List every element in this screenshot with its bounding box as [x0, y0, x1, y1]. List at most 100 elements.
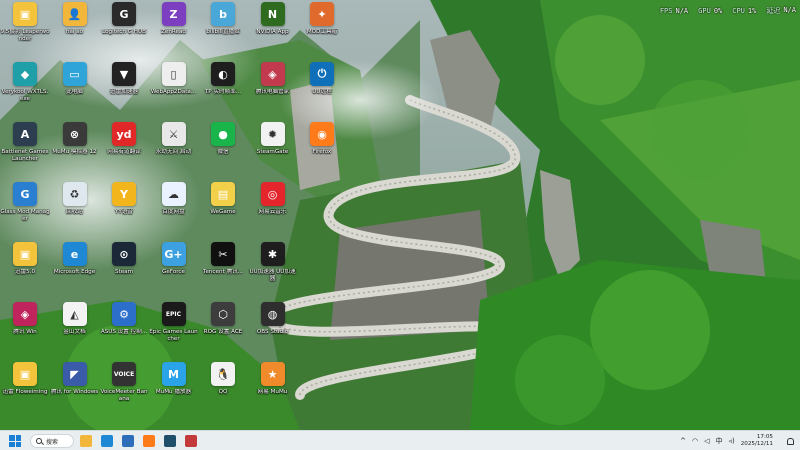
- netease-music-icon: ◎: [260, 182, 285, 206]
- desktop-shortcut-label: Firefox: [312, 149, 332, 155]
- desktop-shortcut[interactable]: ▣ 迅雷 Floweiming: [0, 362, 50, 420]
- desktop-shortcut[interactable]: ◉ Firefox: [297, 122, 347, 180]
- desktop-shortcut[interactable]: ✂ Tencent 腾讯...: [198, 242, 248, 300]
- desktop-shortcut-label: 微信: [217, 149, 229, 155]
- desktop-shortcut[interactable]: ▣ 迅雷5.0: [0, 242, 50, 300]
- desktop-shortcut[interactable]: ♻ 回收站: [50, 182, 100, 240]
- app-icon[interactable]: [185, 435, 197, 447]
- perf-metric-key: 延迟: [766, 7, 781, 15]
- epic-games-icon: EPIC: [161, 302, 186, 326]
- desktop-shortcut[interactable]: Y YY语音: [99, 182, 149, 240]
- start-button[interactable]: [9, 435, 21, 447]
- desktop-shortcut[interactable]: ◭ 金山文档: [50, 302, 100, 360]
- desktop-shortcut[interactable]: ◈ 腾讯电脑管家: [248, 62, 298, 120]
- desktop-shortcut[interactable]: yd 网易有道翻译: [99, 122, 149, 180]
- speaker-icon[interactable]: ◃): [729, 437, 735, 445]
- desktop-shortcut[interactable]: ▣ 9.5摄影 Leaperwonder: [0, 2, 50, 60]
- network-icon[interactable]: ◠: [692, 437, 698, 445]
- desktop-shortcut[interactable]: ⊗ MuMu 模拟器 12: [50, 122, 100, 180]
- thunder-icon: ▼: [112, 62, 136, 86]
- desktop-shortcut-label: UU加速器 UU加速器: [249, 269, 296, 282]
- desktop-shortcut[interactable]: M MuMu 播放器: [149, 362, 199, 420]
- wechat-icon: ●: [211, 122, 235, 146]
- perf-metric-key: FPS: [659, 7, 673, 15]
- desktop-shortcut[interactable]: G Logitech G HUB: [99, 2, 149, 60]
- desktop-shortcut[interactable]: 🐧 QQ: [198, 362, 248, 420]
- desktop-shortcut-label: ZenRead: [161, 29, 186, 35]
- desktop-shortcut-label: 迅雷5.0: [14, 269, 36, 275]
- voicemeeter-icon: VOICE: [112, 362, 136, 386]
- clock-date: 2025/12/11: [740, 441, 773, 447]
- desktop-shortcut-label: 回收站: [66, 209, 83, 215]
- desktop-shortcut-label: 网易云音乐: [258, 209, 287, 215]
- app-icon: ◤: [62, 362, 87, 386]
- tray-overflow-chevron-icon[interactable]: ^: [680, 437, 686, 445]
- desktop-shortcut[interactable]: ⚙ ASUS 设置 控制...: [99, 302, 149, 360]
- folder-icon: ▣: [13, 242, 37, 266]
- desktop-shortcut[interactable]: ◈ 腾讯 Win: [0, 302, 50, 360]
- desktop-shortcut[interactable]: ⚔ 永劫无间 启动: [149, 122, 199, 180]
- this-pc-icon: ▭: [62, 62, 87, 86]
- desktop-shortcut[interactable]: ⏻ UU远程: [297, 62, 347, 120]
- desktop-shortcut[interactable]: ✱ UU加速器 UU加速器: [248, 242, 298, 300]
- desktop-shortcut[interactable]: VOICE VoiceMeeter Banana: [99, 362, 149, 420]
- desktop-shortcut[interactable]: ▤ WeGame: [198, 182, 248, 240]
- desktop-shortcut[interactable]: 👤 hai ao: [50, 2, 100, 60]
- desktop-shortcut[interactable]: A Battlenet Games Launcher: [0, 122, 50, 180]
- zenread-icon: Z: [161, 2, 186, 26]
- desktop-shortcut[interactable]: ⬡ ROG 设置 ACE: [198, 302, 248, 360]
- desktop-shortcut[interactable]: ✹ SteamGate: [248, 122, 298, 180]
- desktop-shortcut[interactable]: ◆ Verykool WXTLS.exe: [0, 62, 50, 120]
- desktop-shortcut[interactable]: ● 微信: [198, 122, 248, 180]
- taskbar-search-box[interactable]: 搜索: [30, 434, 74, 448]
- desktop-shortcut-label: 迅雷加速器: [110, 89, 138, 95]
- perf-metric-key: CPU: [732, 7, 745, 15]
- file-icon: ▯: [161, 62, 186, 86]
- desktop-shortcut-label: 9.5摄影 Leaperwonder: [0, 29, 50, 42]
- desktop-shortcut[interactable]: ◤ 腾讯 for Windows: [50, 362, 100, 420]
- terminal-icon[interactable]: [164, 435, 176, 447]
- desktop-shortcut[interactable]: ⊙ Steam: [99, 242, 149, 300]
- windows-logo-icon: [9, 435, 15, 441]
- ime-indicator[interactable]: 中: [716, 436, 723, 446]
- desktop-shortcut[interactable]: ◍ OBS Studio: [248, 302, 298, 360]
- desktop-shortcut[interactable]: ☁ 百度网盘: [149, 182, 199, 240]
- desktop-shortcut[interactable]: ◐ TP 实时帧率...: [198, 62, 248, 120]
- desktop-shortcut[interactable]: ★ 网易 MuMu: [248, 362, 298, 420]
- desktop-shortcut-label: GeForce: [162, 269, 185, 275]
- desktop-shortcut[interactable]: N NVIDIA App: [248, 2, 298, 60]
- taskbar-clock[interactable]: 17:05 2025/12/11: [741, 434, 773, 448]
- desktop-shortcut[interactable]: Z ZenRead: [149, 2, 199, 60]
- desktop-shortcut-label: TP 实时帧率...: [204, 89, 242, 95]
- tencent-win-icon: ◈: [13, 302, 37, 326]
- qq-icon: 🐧: [211, 362, 235, 386]
- desktop-shortcut-label: Logitech G HUB: [102, 29, 146, 35]
- desktop-shortcut[interactable]: b bilibili直播姬: [198, 2, 248, 60]
- desktop-shortcut-label: OBS Studio: [256, 329, 289, 335]
- search-label: 搜索: [46, 438, 59, 446]
- mumu-icon: ⊗: [62, 122, 87, 146]
- desktop-shortcut[interactable]: EPIC Epic Games Launcher: [149, 302, 199, 360]
- desktop-shortcut[interactable]: ▭ 此电脑: [50, 62, 100, 120]
- desktop-shortcut[interactable]: G+ GeForce: [149, 242, 199, 300]
- desktop-shortcut[interactable]: ▯ WebApp2Data...: [149, 62, 199, 120]
- desktop-shortcut[interactable]: ◎ 网易云音乐: [248, 182, 298, 240]
- steam-icon: ⊙: [112, 242, 136, 266]
- desktop-shortcut[interactable]: e Microsoft Edge: [50, 242, 100, 300]
- store-icon[interactable]: [122, 435, 134, 447]
- battlenet-icon: A: [13, 122, 37, 146]
- notification-bell-icon[interactable]: [787, 437, 794, 445]
- desktop-shortcut-label: 此电脑: [66, 89, 83, 95]
- desktop-shortcut-label: QQ: [218, 389, 228, 395]
- desktop-shortcut[interactable]: ✦ MOD工具箱: [297, 2, 347, 60]
- volume-icon[interactable]: ◁: [704, 437, 709, 445]
- game-icon: ⚔: [161, 122, 186, 146]
- user-folder-icon: 👤: [62, 2, 87, 26]
- file-explorer-icon[interactable]: [80, 435, 92, 447]
- app-diamond-icon: ◆: [13, 62, 37, 86]
- desktop-shortcut[interactable]: G Glass Mod Manager: [0, 182, 50, 240]
- mod-manager-icon: G: [13, 182, 37, 206]
- edge-icon[interactable]: [101, 435, 113, 447]
- firefox-icon[interactable]: [143, 435, 155, 447]
- desktop-shortcut[interactable]: ▼ 迅雷加速器: [99, 62, 149, 120]
